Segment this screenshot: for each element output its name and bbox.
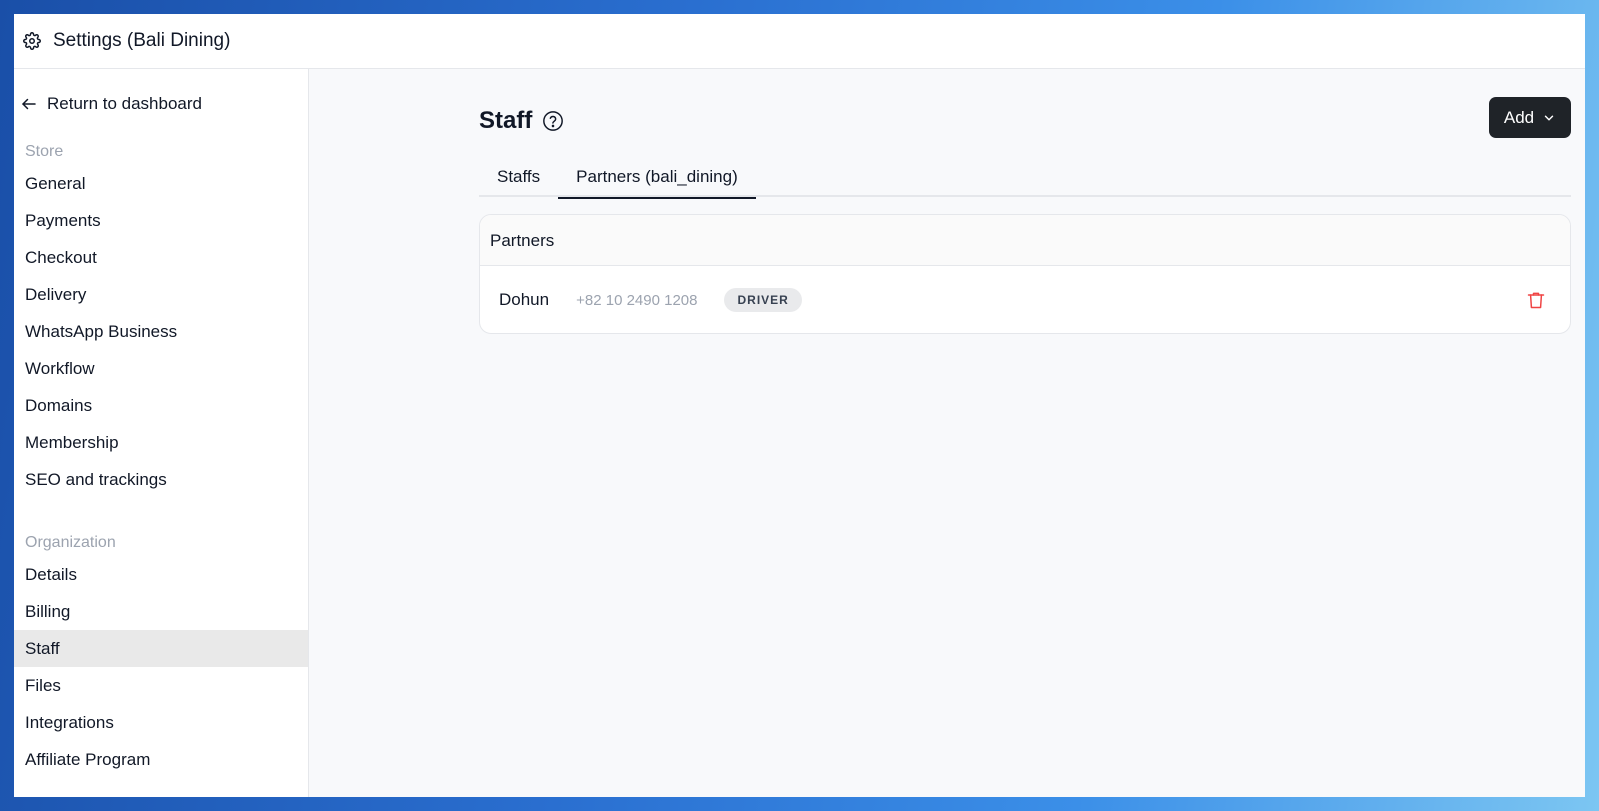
- partners-card: Partners Dohun +82 10 2490 1208 DRIVER: [479, 214, 1571, 334]
- sidebar-item-staff[interactable]: Staff: [14, 630, 308, 667]
- settings-sidebar: Return to dashboard Store General Paymen…: [14, 69, 309, 797]
- add-button-label: Add: [1503, 107, 1535, 127]
- sidebar-item-files[interactable]: Files: [14, 667, 308, 704]
- return-to-dashboard-label: Return to dashboard: [47, 94, 202, 113]
- sidebar-section-organization: Organization: [25, 534, 116, 551]
- sidebar-item-general[interactable]: General: [14, 165, 308, 202]
- partner-phone: +82 10 2490 1208: [576, 291, 698, 309]
- sidebar-item-integrations[interactable]: Integrations: [14, 704, 308, 741]
- page-title: Staff: [479, 107, 533, 134]
- sidebar-item-seo-and-trackings[interactable]: SEO and trackings: [14, 461, 308, 498]
- sidebar-item-checkout[interactable]: Checkout: [14, 239, 308, 276]
- settings-window: Settings (Bali Dining) Return to dashboa…: [14, 14, 1585, 797]
- title-bar: Settings (Bali Dining): [14, 14, 1585, 69]
- list-item: Dohun +82 10 2490 1208 DRIVER: [480, 266, 1570, 333]
- page-header: Staff: [479, 107, 564, 135]
- sidebar-item-membership[interactable]: Membership: [14, 424, 308, 461]
- sidebar-item-affiliate-program[interactable]: Affiliate Program: [14, 741, 308, 778]
- chevron-down-icon: [1542, 111, 1556, 125]
- window-title: Settings (Bali Dining): [53, 30, 231, 51]
- sidebar-item-workflow[interactable]: Workflow: [14, 350, 308, 387]
- staff-tabs: Staffs Partners (bali_dining): [479, 157, 1571, 199]
- main-content: Staff Add Staffs Partners (bali_dining) …: [309, 69, 1585, 797]
- sidebar-section-store: Store: [25, 143, 64, 160]
- sidebar-item-billing[interactable]: Billing: [14, 593, 308, 630]
- partner-name: Dohun: [499, 290, 550, 309]
- return-to-dashboard-link[interactable]: Return to dashboard: [20, 92, 202, 116]
- role-badge: DRIVER: [724, 288, 802, 312]
- question-circle-icon[interactable]: [542, 110, 564, 132]
- sidebar-item-domains[interactable]: Domains: [14, 387, 308, 424]
- sidebar-item-delivery[interactable]: Delivery: [14, 276, 308, 313]
- sidebar-item-payments[interactable]: Payments: [14, 202, 308, 239]
- sidebar-item-whatsapp-business[interactable]: WhatsApp Business: [14, 313, 308, 350]
- trash-icon[interactable]: [1526, 290, 1546, 310]
- tab-partners[interactable]: Partners (bali_dining): [558, 157, 756, 199]
- add-button[interactable]: Add: [1489, 97, 1571, 138]
- gear-icon: [23, 32, 41, 50]
- arrow-left-icon: [20, 95, 38, 113]
- tab-staffs[interactable]: Staffs: [479, 157, 558, 197]
- partners-card-header: Partners: [480, 215, 1570, 266]
- sidebar-item-details[interactable]: Details: [14, 556, 308, 593]
